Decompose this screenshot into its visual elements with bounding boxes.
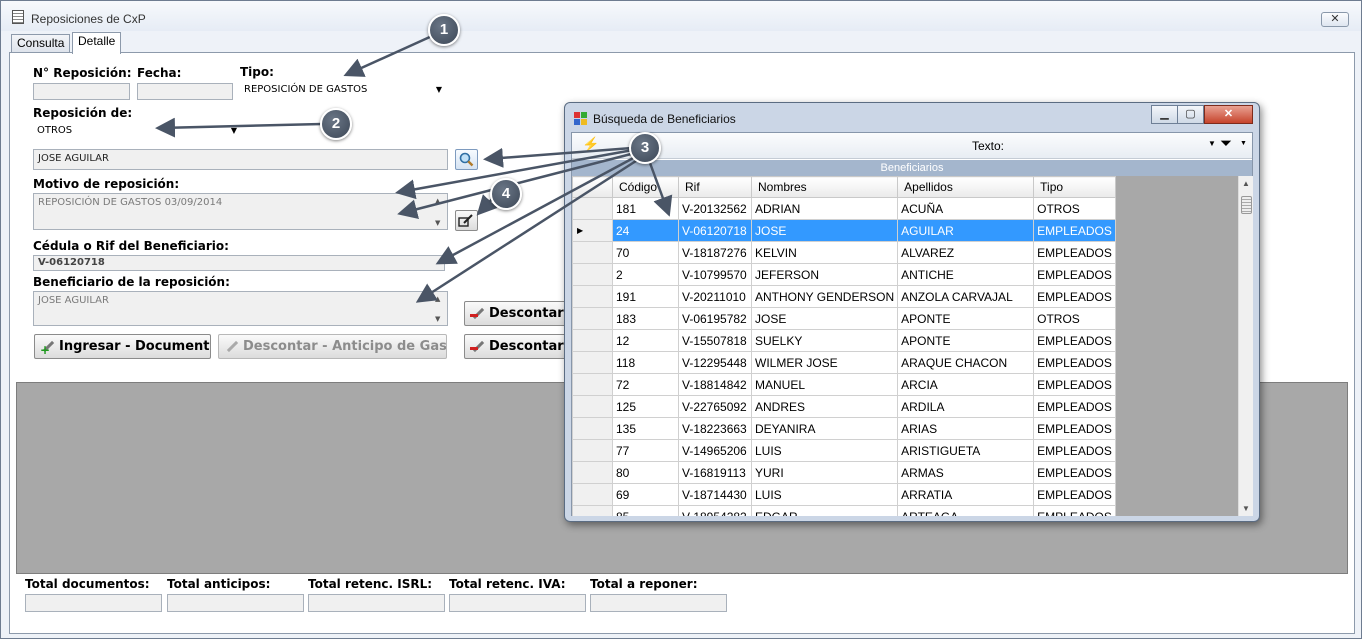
callout-arrow-3	[435, 154, 638, 265]
tab-detalle[interactable]: Detalle	[72, 32, 122, 54]
callout-badge-1: 1	[428, 14, 460, 46]
callout-arrow-1	[343, 34, 433, 77]
annotation-arrows	[155, 34, 673, 303]
callout-badge-2: 2	[320, 108, 352, 140]
callout-arrow-3	[648, 162, 673, 217]
callout-badge-3: 3	[629, 132, 661, 164]
callout-arrow-2	[155, 117, 323, 138]
callout-badge-4: 4	[490, 178, 522, 210]
